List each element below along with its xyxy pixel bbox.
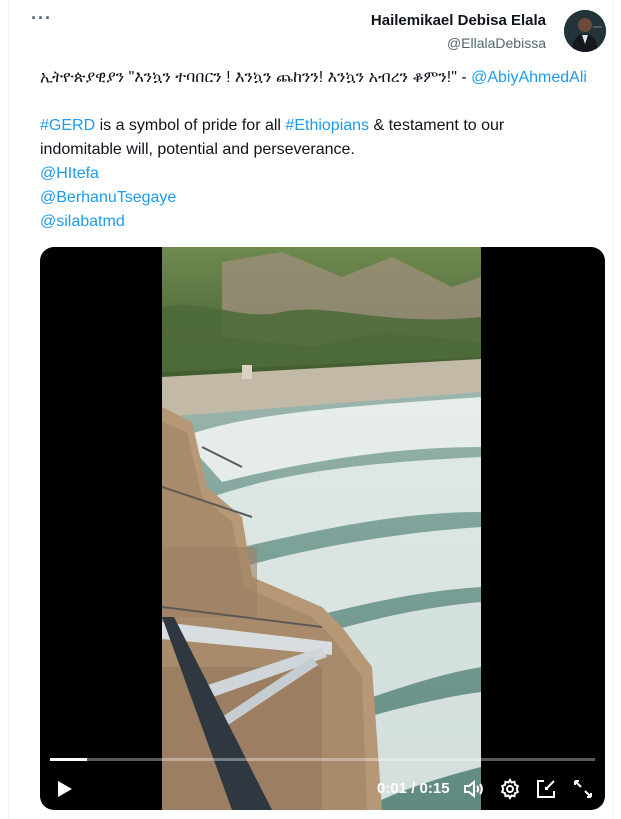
dam-spillway-image <box>162 247 481 810</box>
avatar[interactable] <box>564 10 606 52</box>
author-name[interactable]: Hailemikael Debisa Elala <box>371 12 546 29</box>
tweet-body-line2: indomitable will, potential and persever… <box>40 141 355 158</box>
video-player[interactable]: 0:01 / 0:15 <box>40 247 605 810</box>
volume-icon[interactable] <box>461 777 485 801</box>
video-frame[interactable] <box>162 247 481 810</box>
mention-abiyahmedali[interactable]: @AbiyAhmedAli <box>471 69 587 86</box>
video-controls: 0:01 / 0:15 <box>40 769 605 809</box>
tweet-body-part2: & testament to our <box>369 117 505 134</box>
mention-berhanutsegaye[interactable]: @BerhanuTsegaye <box>40 189 176 206</box>
author-handle[interactable]: @EllalaDebissa <box>371 35 546 51</box>
hashtag-ethiopians[interactable]: #Ethiopians <box>285 117 369 134</box>
mention-hitefa[interactable]: @HItefa <box>40 165 99 182</box>
video-progress-bar[interactable] <box>50 758 595 761</box>
hashtag-gerd[interactable]: #GERD <box>40 117 95 134</box>
author-info[interactable]: Hailemikael Debisa Elala @EllalaDebissa <box>371 12 546 51</box>
video-progress-fill <box>50 758 87 761</box>
tweet-card: ··· Hailemikael Debisa Elala @EllalaDebi… <box>8 0 613 819</box>
more-options-button[interactable]: ··· <box>31 8 52 29</box>
play-icon[interactable] <box>52 777 76 801</box>
popout-icon[interactable] <box>534 777 558 801</box>
fullscreen-icon[interactable] <box>571 777 595 801</box>
gear-icon[interactable] <box>498 777 522 801</box>
tweet-line-amharic: ኢትዮጵያዊያን "እንኳን ተባበርን ! እንኳን ጨከንን! እንኳን አ… <box>40 69 472 86</box>
video-time: 0:01 / 0:15 <box>377 780 450 797</box>
tweet-text: ኢትዮጵያዊያን "እንኳን ተባበርን ! እንኳን ጨከንን! እንኳን አ… <box>40 66 600 234</box>
tweet-body-part1: is a symbol of pride for all <box>95 117 286 134</box>
mention-silabatmd[interactable]: @silabatmd <box>40 213 125 230</box>
